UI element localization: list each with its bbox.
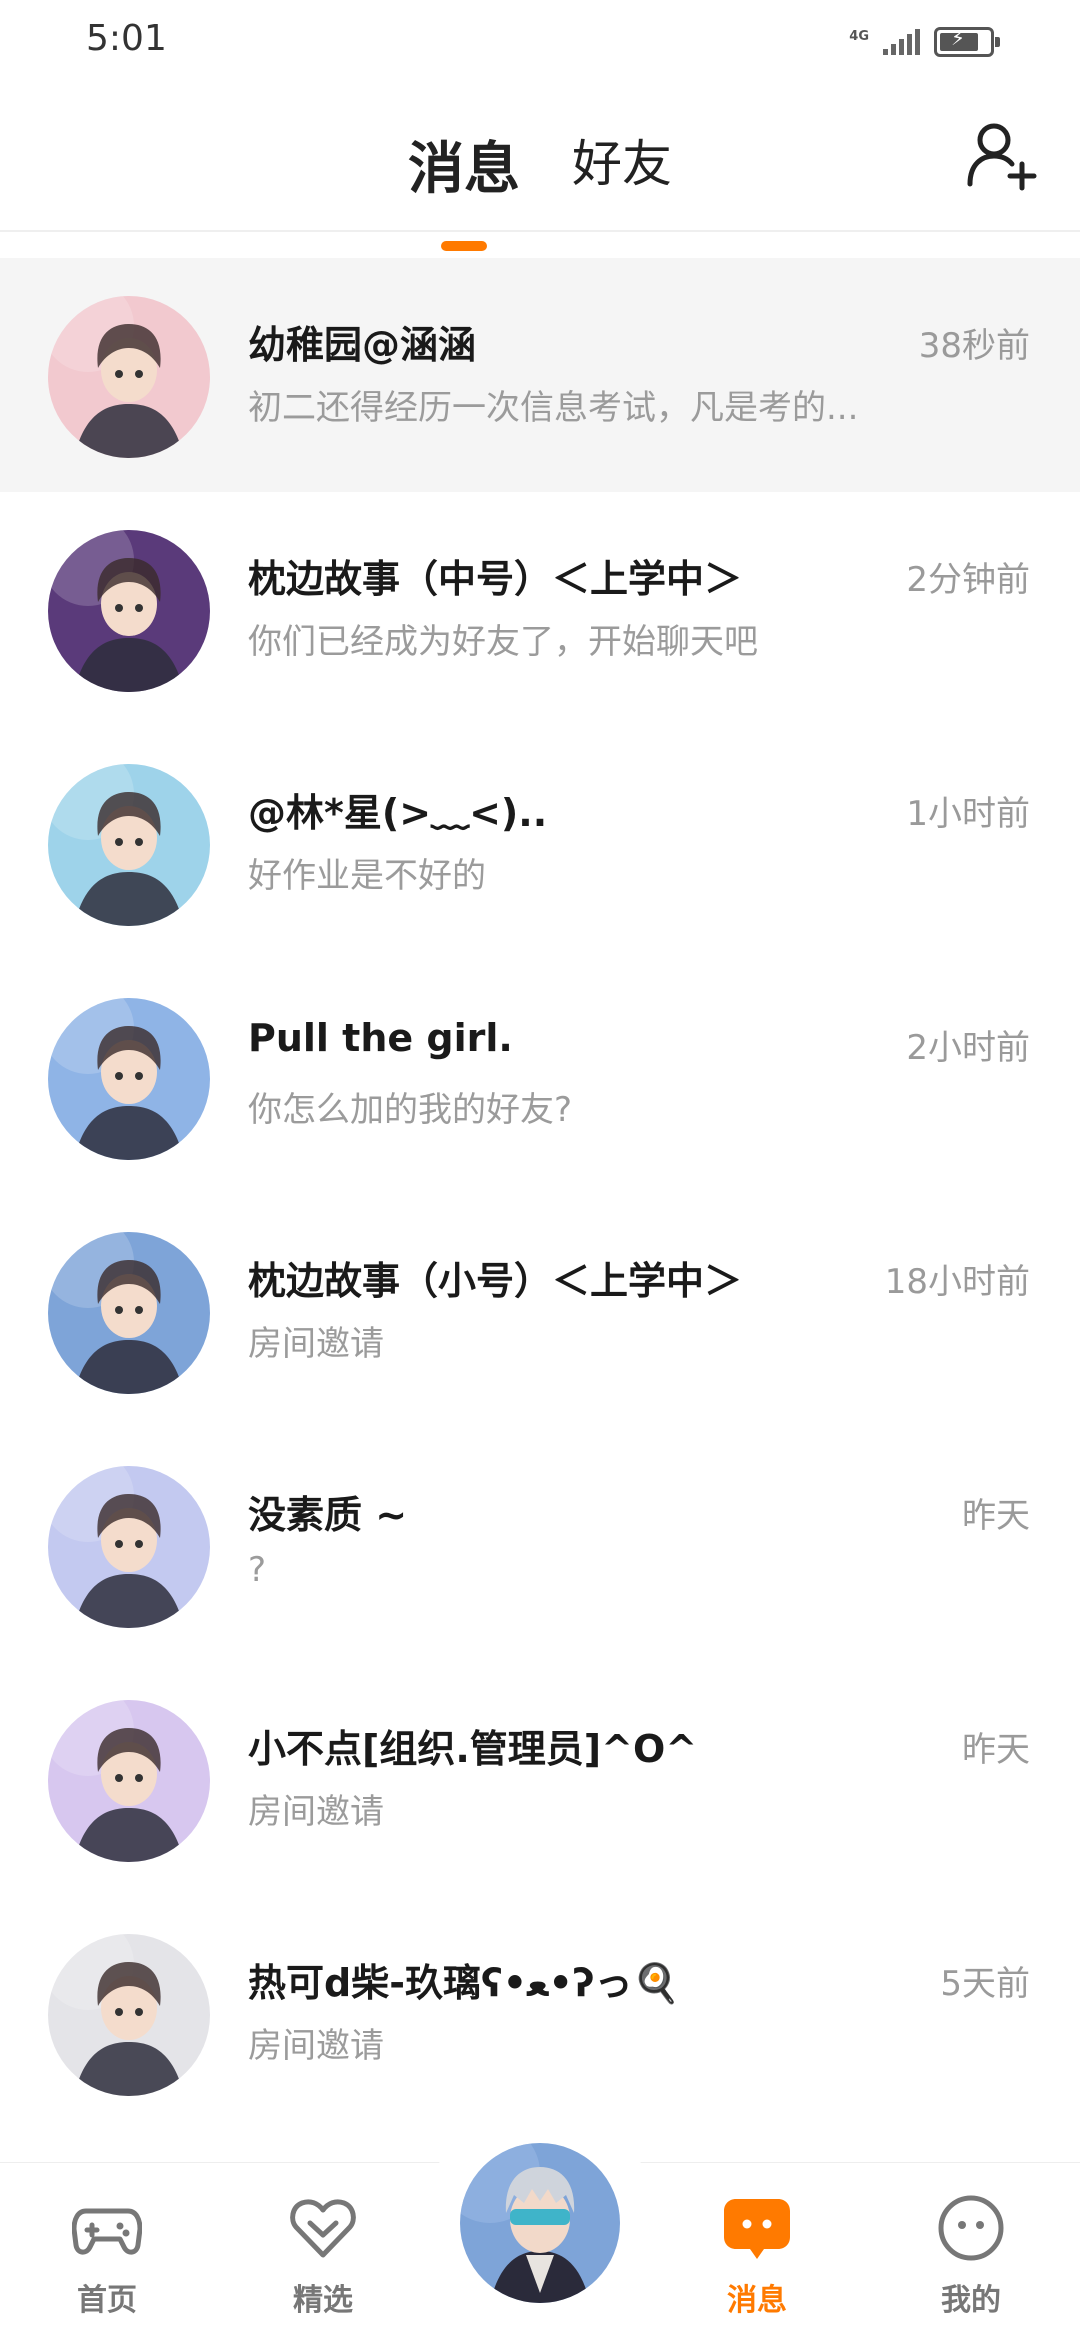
conversation-time: 2分钟前 [906, 560, 1030, 600]
avatar-image [460, 2143, 620, 2303]
conversation-name: 热可d柴-玖璃ʕ•ﻌ•ʔっ🍳 [248, 1961, 680, 2005]
tab-friends[interactable]: 好友 [572, 124, 672, 205]
add-user-icon[interactable] [964, 118, 1038, 192]
avatar[interactable] [48, 296, 210, 458]
conversation-time: 5天前 [940, 1964, 1030, 2004]
nav-home-label: 首页 [77, 2283, 137, 2318]
status-icons: 4G ⚡ [849, 22, 1000, 62]
active-tab-indicator [441, 241, 487, 251]
avatar[interactable] [48, 1934, 210, 2096]
network-label: 4G [849, 28, 869, 44]
conversation-time: 38秒前 [918, 326, 1030, 366]
avatar[interactable] [48, 1466, 210, 1628]
chat-bubble-icon [722, 2193, 792, 2263]
tab-messages[interactable]: 消息 [408, 124, 520, 251]
conversation-row[interactable]: @林*星(>﹏<).. 1小时前好作业是不好的 [0, 726, 1080, 960]
conversation-preview: 房间邀请 [248, 2026, 384, 2066]
nav-profile-label: 我的 [941, 2283, 1001, 2318]
conversation-time: 1小时前 [906, 794, 1030, 834]
conversation-preview: 好作业是不好的 [248, 856, 486, 896]
gamepad-icon [71, 2193, 143, 2263]
conversation-time: 18小时前 [884, 1262, 1030, 1302]
smiley-face-icon [936, 2193, 1006, 2263]
conversation-row[interactable]: 小不点[组织.管理员]^O^ 昨天房间邀请 [0, 1662, 1080, 1896]
conversation-row[interactable]: 没素质 ~ 昨天? [0, 1428, 1080, 1662]
nav-center-avatar[interactable] [456, 2139, 624, 2307]
conversation-preview: 初二还得经历一次信息考试，凡是考的... [248, 388, 859, 428]
avatar[interactable] [48, 998, 210, 1160]
avatar[interactable] [48, 764, 210, 926]
status-bar: 5:01 4G ⚡ [0, 0, 1080, 86]
conversation-name: 没素质 ~ [248, 1493, 408, 1537]
conversation-name: Pull the girl. [248, 1016, 513, 1060]
conversation-list: 幼稚园@涵涵 38秒前初二还得经历一次信息考试，凡是考的... 枕边故事（中号）＜上… [0, 258, 1080, 2130]
tab-messages-label: 消息 [408, 137, 520, 202]
nav-messages-label: 消息 [727, 2283, 787, 2318]
conversation-name: @林*星(>﹏<).. [248, 791, 548, 835]
nav-profile[interactable]: 我的 [906, 2193, 1036, 2323]
avatar[interactable] [48, 530, 210, 692]
conversation-name: 枕边故事（小号）＜上学中＞ [248, 1259, 743, 1303]
conversation-preview: 你怎么加的我的好友? [248, 1090, 573, 1130]
heart-gem-icon [288, 2193, 358, 2263]
conversation-time: 昨天 [962, 1730, 1030, 1770]
conversation-row[interactable]: Pull the girl. 2小时前你怎么加的我的好友? [0, 960, 1080, 1194]
tab-friends-label: 好友 [572, 135, 672, 193]
conversation-time: 昨天 [962, 1496, 1030, 1536]
charging-icon: ⚡ [951, 26, 966, 50]
avatar[interactable] [48, 1232, 210, 1394]
nav-home[interactable]: 首页 [42, 2193, 172, 2323]
conversation-row[interactable]: 幼稚园@涵涵 38秒前初二还得经历一次信息考试，凡是考的... [0, 258, 1080, 492]
header-tabs: 消息 好友 [0, 124, 1080, 251]
conversation-row[interactable]: 枕边故事（小号）＜上学中＞ 18小时前房间邀请 [0, 1194, 1080, 1428]
nav-messages[interactable]: 消息 [692, 2193, 822, 2323]
conversation-preview: 你们已经成为好友了，开始聊天吧 [248, 622, 758, 662]
battery-icon: ⚡ [934, 26, 1000, 57]
signal-icon [883, 29, 920, 55]
nav-featured-label: 精选 [293, 2283, 353, 2318]
conversation-preview: 房间邀请 [248, 1324, 384, 1364]
conversation-preview: 房间邀请 [248, 1792, 384, 1832]
avatar[interactable] [48, 1700, 210, 1862]
header: 消息 好友 [0, 110, 1080, 251]
conversation-time: 2小时前 [906, 1028, 1030, 1068]
status-time: 5:01 [86, 18, 167, 59]
conversation-preview: ? [248, 1550, 267, 1590]
conversation-row[interactable]: 热可d柴-玖璃ʕ•ﻌ•ʔっ🍳 5天前房间邀请 [0, 1896, 1080, 2130]
bottom-nav: 首页 精选 消息 我的 [0, 2121, 1080, 2340]
conversation-name: 小不点[组织.管理员]^O^ [248, 1727, 698, 1771]
conversation-row[interactable]: 枕边故事（中号）＜上学中＞ 2分钟前你们已经成为好友了，开始聊天吧 [0, 492, 1080, 726]
conversation-name: 枕边故事（中号）＜上学中＞ [248, 557, 743, 601]
nav-featured[interactable]: 精选 [258, 2193, 388, 2323]
conversation-name: 幼稚园@涵涵 [248, 323, 477, 367]
